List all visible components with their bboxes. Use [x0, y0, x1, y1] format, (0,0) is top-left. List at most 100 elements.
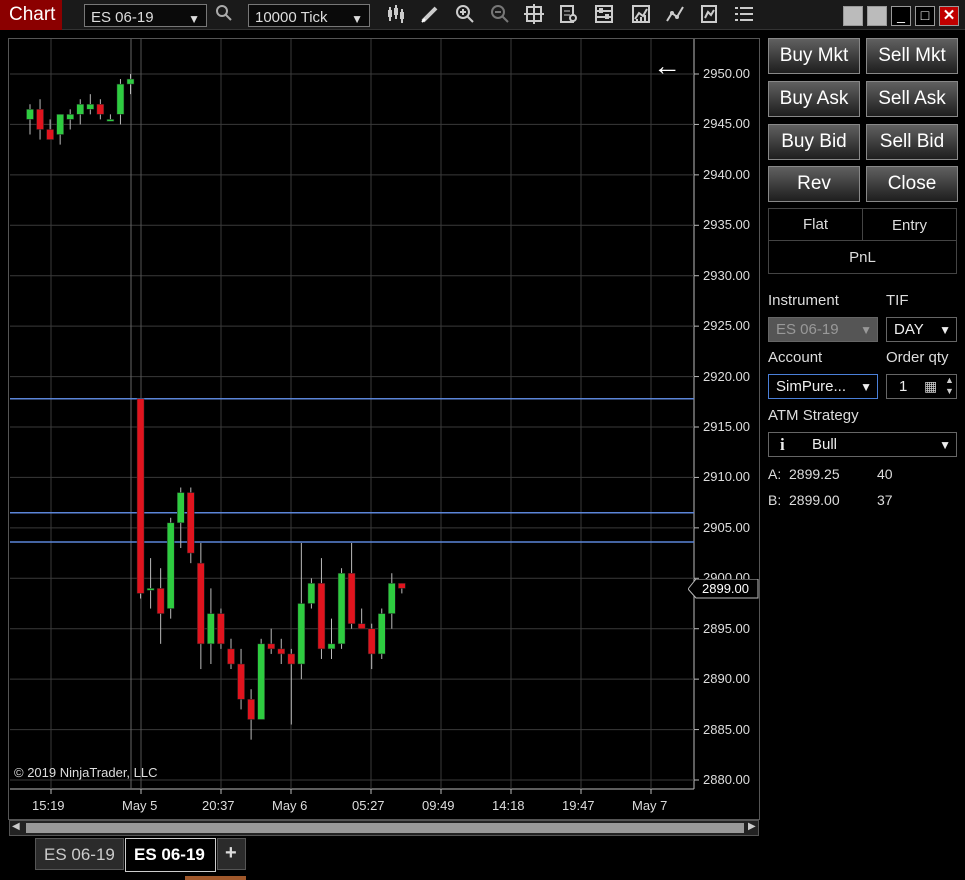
- candle-body: [307, 583, 316, 604]
- buy-market-button[interactable]: Buy Mkt: [768, 38, 860, 74]
- add-tab-button[interactable]: +: [217, 838, 246, 870]
- candle-body: [317, 583, 326, 650]
- account-select-value: SimPure...: [776, 378, 847, 395]
- candle-body: [26, 109, 34, 120]
- candle-body: [146, 588, 155, 591]
- candle-body: [227, 648, 235, 665]
- price-tick-label: 2930.00: [703, 267, 750, 283]
- instrument-field[interactable]: ES 06-19 ▼: [768, 317, 878, 342]
- candle-body: [327, 643, 336, 650]
- ask-size: 40: [877, 466, 893, 482]
- candle-body: [36, 109, 44, 130]
- candle-body: [56, 114, 64, 135]
- candle-body: [156, 588, 165, 614]
- reverse-button[interactable]: Rev: [768, 166, 860, 202]
- candle-body: [267, 643, 275, 650]
- close-position-button[interactable]: Close: [866, 166, 958, 202]
- candle-body: [187, 492, 195, 554]
- candle-body: [197, 562, 205, 645]
- candle-body: [126, 78, 135, 85]
- time-tick-label: 15:19: [32, 798, 65, 813]
- tab-es-06-19-active[interactable]: ES 06-19: [125, 838, 216, 872]
- price-tick-label: 2885.00: [703, 721, 750, 737]
- time-tick-label: May 7: [632, 798, 668, 813]
- time-tick-label: 09:49: [422, 798, 455, 813]
- candle-body: [46, 129, 54, 140]
- time-tick-label: May 5: [122, 798, 158, 813]
- price-tick-label: 2925.00: [703, 318, 750, 334]
- price-tick-label: 2910.00: [703, 469, 750, 485]
- price-tick-label: 2920.00: [703, 368, 750, 384]
- info-icon[interactable]: i: [780, 435, 785, 455]
- candle-body: [378, 613, 386, 655]
- order-qty-value: 1: [899, 378, 908, 395]
- candle-body: [297, 603, 306, 665]
- time-tick-label: 19:47: [562, 798, 595, 813]
- decrement-icon[interactable]: ▼: [945, 386, 954, 396]
- ask-price: 2899.25: [789, 466, 840, 482]
- back-arrow-icon[interactable]: ←: [653, 50, 681, 82]
- candle-body: [287, 653, 296, 665]
- price-tick-label: 2895.00: [703, 620, 750, 636]
- horizontal-scrollbar[interactable]: ◀ ▶: [9, 820, 759, 836]
- candle-body: [217, 613, 225, 645]
- scroll-right-icon[interactable]: ▶: [748, 821, 756, 832]
- chevron-down-icon: ▼: [939, 438, 951, 452]
- tab-highlight: [185, 876, 246, 880]
- order-qty-stepper[interactable]: 1 ▦ ▲ ▼: [886, 374, 957, 399]
- time-tick-label: 14:18: [492, 798, 525, 813]
- sell-ask-button[interactable]: Sell Ask: [866, 81, 958, 117]
- candle-body: [347, 572, 356, 624]
- buy-bid-button[interactable]: Buy Bid: [768, 124, 860, 160]
- bid-label: B:: [768, 492, 782, 508]
- candle-body: [76, 104, 84, 115]
- candle-body: [277, 648, 285, 655]
- candle-body: [116, 83, 125, 115]
- candle-body: [388, 583, 396, 614]
- price-tick-label: 2890.00: [703, 671, 750, 687]
- atm-strategy-value: Bull: [812, 436, 838, 453]
- atm-strategy-select[interactable]: i Bull ▼: [768, 432, 957, 457]
- instrument-field-value: ES 06-19: [776, 321, 839, 338]
- scroll-left-icon[interactable]: ◀: [12, 821, 20, 832]
- sell-market-button[interactable]: Sell Mkt: [866, 38, 958, 74]
- tif-select[interactable]: DAY ▼: [886, 317, 957, 342]
- candle-body: [207, 613, 215, 645]
- candle-body: [398, 583, 406, 589]
- instrument-label: Instrument: [768, 292, 839, 309]
- buy-ask-button[interactable]: Buy Ask: [768, 81, 860, 117]
- candle-body: [66, 114, 74, 120]
- time-tick-label: May 6: [272, 798, 308, 813]
- entry-price-label: Entry: [862, 208, 957, 241]
- calculator-icon[interactable]: ▦: [924, 378, 937, 395]
- chevron-down-icon: ▼: [860, 323, 872, 337]
- price-tick-label: 2950.00: [703, 66, 750, 81]
- account-select[interactable]: SimPure... ▼: [768, 374, 878, 399]
- price-tick-label: 2940.00: [703, 166, 750, 182]
- account-label: Account: [768, 349, 823, 366]
- last-price-value: 2899.00: [702, 581, 749, 596]
- price-tick-label: 2945.00: [703, 116, 750, 132]
- candle-body: [177, 492, 185, 524]
- candle-body: [96, 104, 105, 115]
- tif-select-value: DAY: [894, 321, 924, 338]
- price-tick-label: 2905.00: [703, 519, 750, 535]
- atm-strategy-label: ATM Strategy: [768, 407, 859, 424]
- price-tick-label: 2880.00: [703, 772, 750, 787]
- chevron-down-icon: ▼: [860, 380, 872, 394]
- order-qty-label: Order qty: [886, 349, 949, 366]
- bid-size: 37: [877, 492, 893, 508]
- candle-body: [337, 572, 346, 645]
- sell-bid-button[interactable]: Sell Bid: [866, 124, 958, 160]
- chevron-down-icon: ▼: [939, 323, 951, 337]
- tab-es-06-19[interactable]: ES 06-19: [35, 838, 124, 870]
- tif-label: TIF: [886, 292, 909, 309]
- position-status: Flat: [768, 208, 863, 241]
- scrollbar-thumb[interactable]: [26, 823, 744, 833]
- pnl-label: PnL: [768, 240, 957, 274]
- candle-body: [136, 398, 145, 594]
- ask-label: A:: [768, 466, 782, 482]
- candle-body: [247, 699, 255, 720]
- increment-icon[interactable]: ▲: [945, 375, 954, 385]
- price-tick-label: 2935.00: [703, 217, 750, 233]
